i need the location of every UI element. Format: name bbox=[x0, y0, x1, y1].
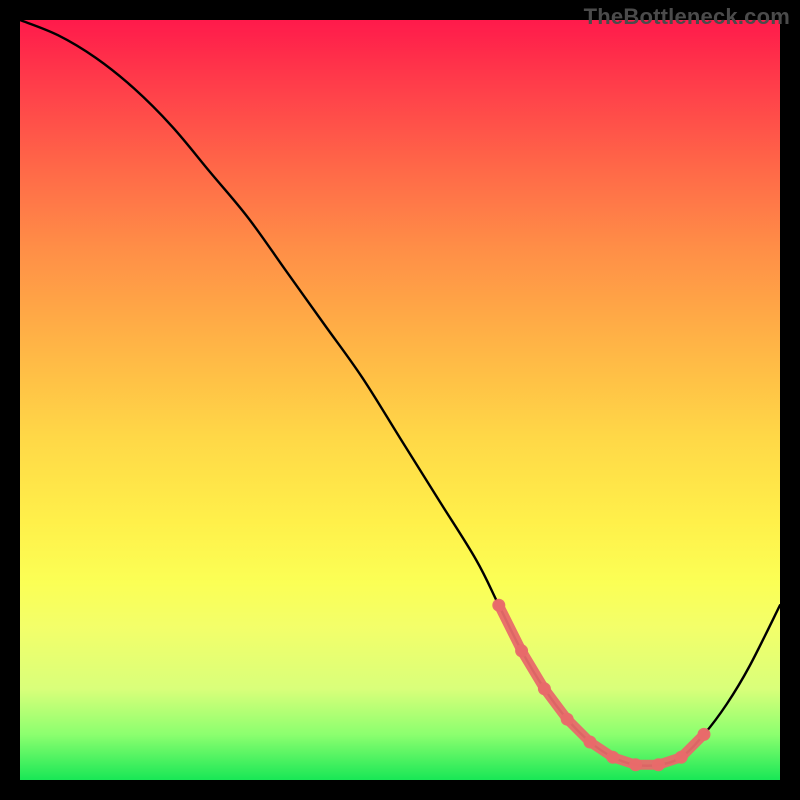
watermark-text: TheBottleneck.com bbox=[584, 4, 790, 30]
plateau-dot bbox=[538, 682, 551, 695]
plateau-dot bbox=[652, 758, 665, 771]
plateau-dot bbox=[515, 644, 528, 657]
plot-area bbox=[20, 20, 780, 780]
plateau-dot bbox=[606, 751, 619, 764]
plateau-dot bbox=[492, 599, 505, 612]
bottleneck-curve bbox=[20, 20, 780, 766]
minimum-plateau-connector bbox=[499, 605, 704, 765]
plateau-dot bbox=[698, 728, 711, 741]
plateau-dot bbox=[584, 736, 597, 749]
chart-frame: TheBottleneck.com bbox=[0, 0, 800, 800]
plateau-dot bbox=[561, 713, 574, 726]
plateau-dot bbox=[675, 751, 688, 764]
plot-svg bbox=[20, 20, 780, 780]
plateau-dot bbox=[629, 758, 642, 771]
